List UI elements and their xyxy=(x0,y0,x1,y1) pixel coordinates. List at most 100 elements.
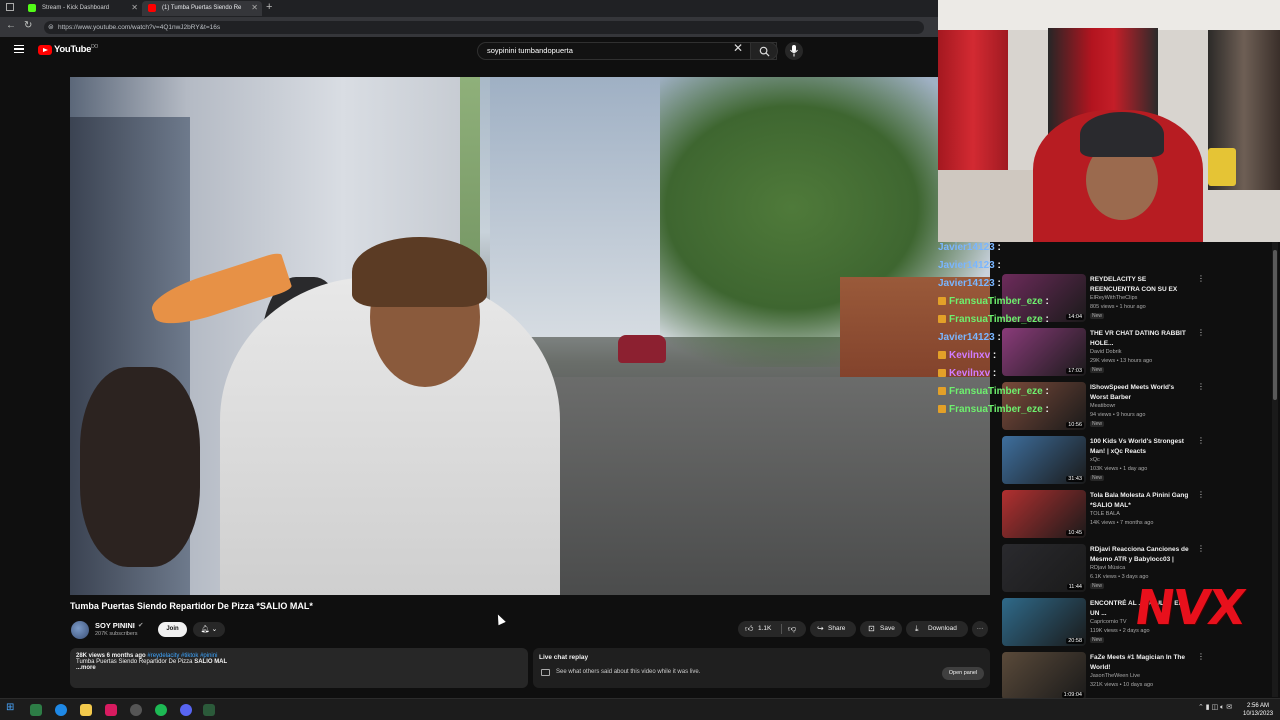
recommended-video-channel[interactable]: Meatibowr xyxy=(1090,403,1115,409)
chat-message: FransuaTimber_eze : xyxy=(938,314,1049,325)
share-button[interactable]: ↪ Share xyxy=(810,621,856,637)
browser-icon[interactable] xyxy=(55,704,67,716)
recommended-video-title[interactable]: Tola Bala Molesta A Pinini Gang *SALIO M… xyxy=(1090,491,1194,510)
channel-name[interactable]: SOY PININI xyxy=(95,621,135,630)
webcam-ceiling xyxy=(938,0,1280,30)
more-options-icon[interactable]: ⋮ xyxy=(1197,436,1205,445)
settings-icon[interactable] xyxy=(130,704,142,716)
more-options-icon[interactable]: ⋮ xyxy=(1197,382,1205,391)
chat-username: Kevilnxv xyxy=(949,368,991,379)
recommended-video-title[interactable]: THE VR CHAT DATING RABBIT HOLE... xyxy=(1090,329,1194,348)
recommended-video-channel[interactable]: David Dobrik xyxy=(1090,349,1121,355)
recommended-video[interactable]: 31:43 100 Kids Vs World's Strongest Man! … xyxy=(1002,436,1242,488)
clock[interactable]: 2:56 AM 10/13/2023 xyxy=(1243,702,1273,718)
recommended-video-channel[interactable]: JasonTheWeen Live xyxy=(1090,673,1140,679)
recommended-video-title[interactable]: REYDELACITY SE REENCUENTRA CON SU EX xyxy=(1090,275,1194,294)
new-tab-icon[interactable]: + xyxy=(266,1,272,13)
video-thumbnail[interactable]: 31:43 xyxy=(1002,436,1086,484)
subscriber-badge-icon xyxy=(938,405,946,414)
video-frame-hat xyxy=(352,237,487,307)
close-tab-icon[interactable]: ✕ xyxy=(131,1,138,15)
show-more-link[interactable]: ...more xyxy=(76,665,522,671)
url-field[interactable]: ⊜ https://www.youtube.com/watch?v=4Q1nwJ… xyxy=(44,21,924,34)
channel-avatar[interactable] xyxy=(71,621,89,639)
download-button[interactable]: ⤓ Download xyxy=(906,621,968,637)
video-thumbnail[interactable]: 17:03 xyxy=(1002,328,1086,376)
video-player[interactable] xyxy=(70,77,990,595)
video-thumbnail[interactable]: 20:58 xyxy=(1002,598,1086,646)
recommended-video[interactable]: 17:03 THE VR CHAT DATING RABBIT HOLE... Da… xyxy=(1002,328,1242,380)
recommended-video-title[interactable]: IShowSpeed Meets World's Worst Barber xyxy=(1090,383,1194,402)
video-thumbnail[interactable]: 10:45 xyxy=(1002,490,1086,538)
recommended-video-channel[interactable]: xQc xyxy=(1090,457,1100,463)
chat-message: Javier14123 : xyxy=(938,242,1001,253)
stream-chat-overlay: Javier14123 : Javier14123 : Javier14123 … xyxy=(938,242,1049,438)
app-icon[interactable] xyxy=(30,704,42,716)
share-icon: ↪ xyxy=(817,624,824,633)
obs-icon[interactable] xyxy=(203,704,215,716)
more-options-icon[interactable]: ⋮ xyxy=(1197,274,1205,283)
chat-username: Kevilnxv xyxy=(949,350,991,361)
site-info-icon[interactable]: ⊜ xyxy=(48,21,54,34)
recommended-video-title[interactable]: RDjavi Reacciona Canciones de Mesmo ATR … xyxy=(1090,545,1194,564)
chat-separator: : xyxy=(1042,314,1049,325)
new-badge: New xyxy=(1090,313,1105,319)
microphone-icon xyxy=(790,45,798,57)
recommended-video-channel[interactable]: ElReyWithTheClips xyxy=(1090,295,1137,301)
more-options-icon[interactable]: ⋮ xyxy=(1197,652,1205,661)
recommended-video-meta: 321K views • 10 days ago xyxy=(1090,682,1154,688)
back-arrow-icon[interactable]: ← xyxy=(6,20,16,31)
chat-separator: : xyxy=(990,368,997,379)
recommended-video[interactable]: 1:09:04 FaZe Meets #1 Magician In The Wor… xyxy=(1002,652,1242,704)
tab-label: (1) Tumba Puertas Siendo Re xyxy=(162,5,242,11)
video-thumbnail[interactable]: 11:44 xyxy=(1002,544,1086,592)
file-explorer-icon[interactable] xyxy=(80,704,92,716)
thumbs-down-icon[interactable]: 👎︎ xyxy=(788,621,796,637)
more-options-icon[interactable]: ⋮ xyxy=(1197,328,1205,337)
recommended-video-channel[interactable]: TOLE BALA xyxy=(1090,511,1120,517)
youtube-favicon-icon xyxy=(148,4,156,12)
chat-replay-heading: Live chat replay xyxy=(539,654,589,661)
reload-icon[interactable]: ↻ xyxy=(24,20,32,31)
recommended-video-channel[interactable]: RDjavi Música xyxy=(1090,565,1125,571)
youtube-logo-icon[interactable] xyxy=(38,45,52,55)
divider xyxy=(781,624,782,634)
recommended-video-title[interactable]: 100 Kids Vs World's Strongest Man! | xQc… xyxy=(1090,437,1194,456)
search-input[interactable]: soypinini tumbandopuerta xyxy=(477,42,777,60)
app-icon[interactable] xyxy=(105,704,117,716)
discord-icon[interactable] xyxy=(180,704,192,716)
notification-bell-button[interactable]: 🔔︎ ⌄ xyxy=(193,622,225,637)
window-menu-icon[interactable] xyxy=(6,3,14,11)
chat-username: Javier14123 xyxy=(938,278,995,289)
more-options-icon[interactable]: ⋮ xyxy=(1197,490,1205,499)
spotify-icon[interactable] xyxy=(155,704,167,716)
recommended-video-channel[interactable]: Capricornio TV xyxy=(1090,619,1127,625)
video-duration: 17:03 xyxy=(1066,368,1084,374)
browser-tab-youtube[interactable]: (1) Tumba Puertas Siendo Re ✕ xyxy=(142,1,262,16)
close-tab-icon[interactable]: ✕ xyxy=(251,1,258,15)
thumbs-up-icon[interactable]: 👍︎ xyxy=(745,621,753,637)
search-icon xyxy=(759,46,770,57)
browser-tab-kick[interactable]: Stream - Kick Dashboard ✕ xyxy=(22,1,142,16)
hamburger-menu-icon[interactable] xyxy=(14,45,24,53)
recommended-video-title[interactable]: FaZe Meets #1 Magician In The World! xyxy=(1090,653,1194,672)
open-panel-button[interactable]: Open panel xyxy=(942,667,984,680)
save-button[interactable]: ⊡ Save xyxy=(860,621,902,637)
voice-search-button[interactable] xyxy=(785,42,803,60)
system-tray-icons[interactable]: ⌃ ▮ ◫ 🔈︎ ✉ xyxy=(1198,703,1232,712)
video-thumbnail[interactable]: 1:09:04 xyxy=(1002,652,1086,700)
download-icon: ⤓ xyxy=(915,624,919,633)
search-button[interactable] xyxy=(750,42,778,60)
windows-start-icon[interactable]: ⊞ xyxy=(6,702,18,714)
scrollbar-thumb[interactable] xyxy=(1273,250,1277,400)
webcam-curtain xyxy=(938,30,1008,190)
clear-search-icon[interactable]: ✕ xyxy=(733,41,743,55)
recommended-video[interactable]: 10:45 Tola Bala Molesta A Pinini Gang *SA… xyxy=(1002,490,1242,542)
like-dislike-button[interactable]: 👍︎ 1.1K 👎︎ xyxy=(738,621,806,637)
video-duration: 20:58 xyxy=(1066,638,1084,644)
youtube-logo-text[interactable]: YouTubeDO xyxy=(54,44,98,55)
join-button[interactable]: Join xyxy=(158,622,187,637)
more-actions-button[interactable]: ··· xyxy=(972,621,988,637)
description-box[interactable]: 28K views 6 months ago #reydelacity #tik… xyxy=(70,648,528,688)
more-options-icon[interactable]: ⋮ xyxy=(1197,544,1205,553)
